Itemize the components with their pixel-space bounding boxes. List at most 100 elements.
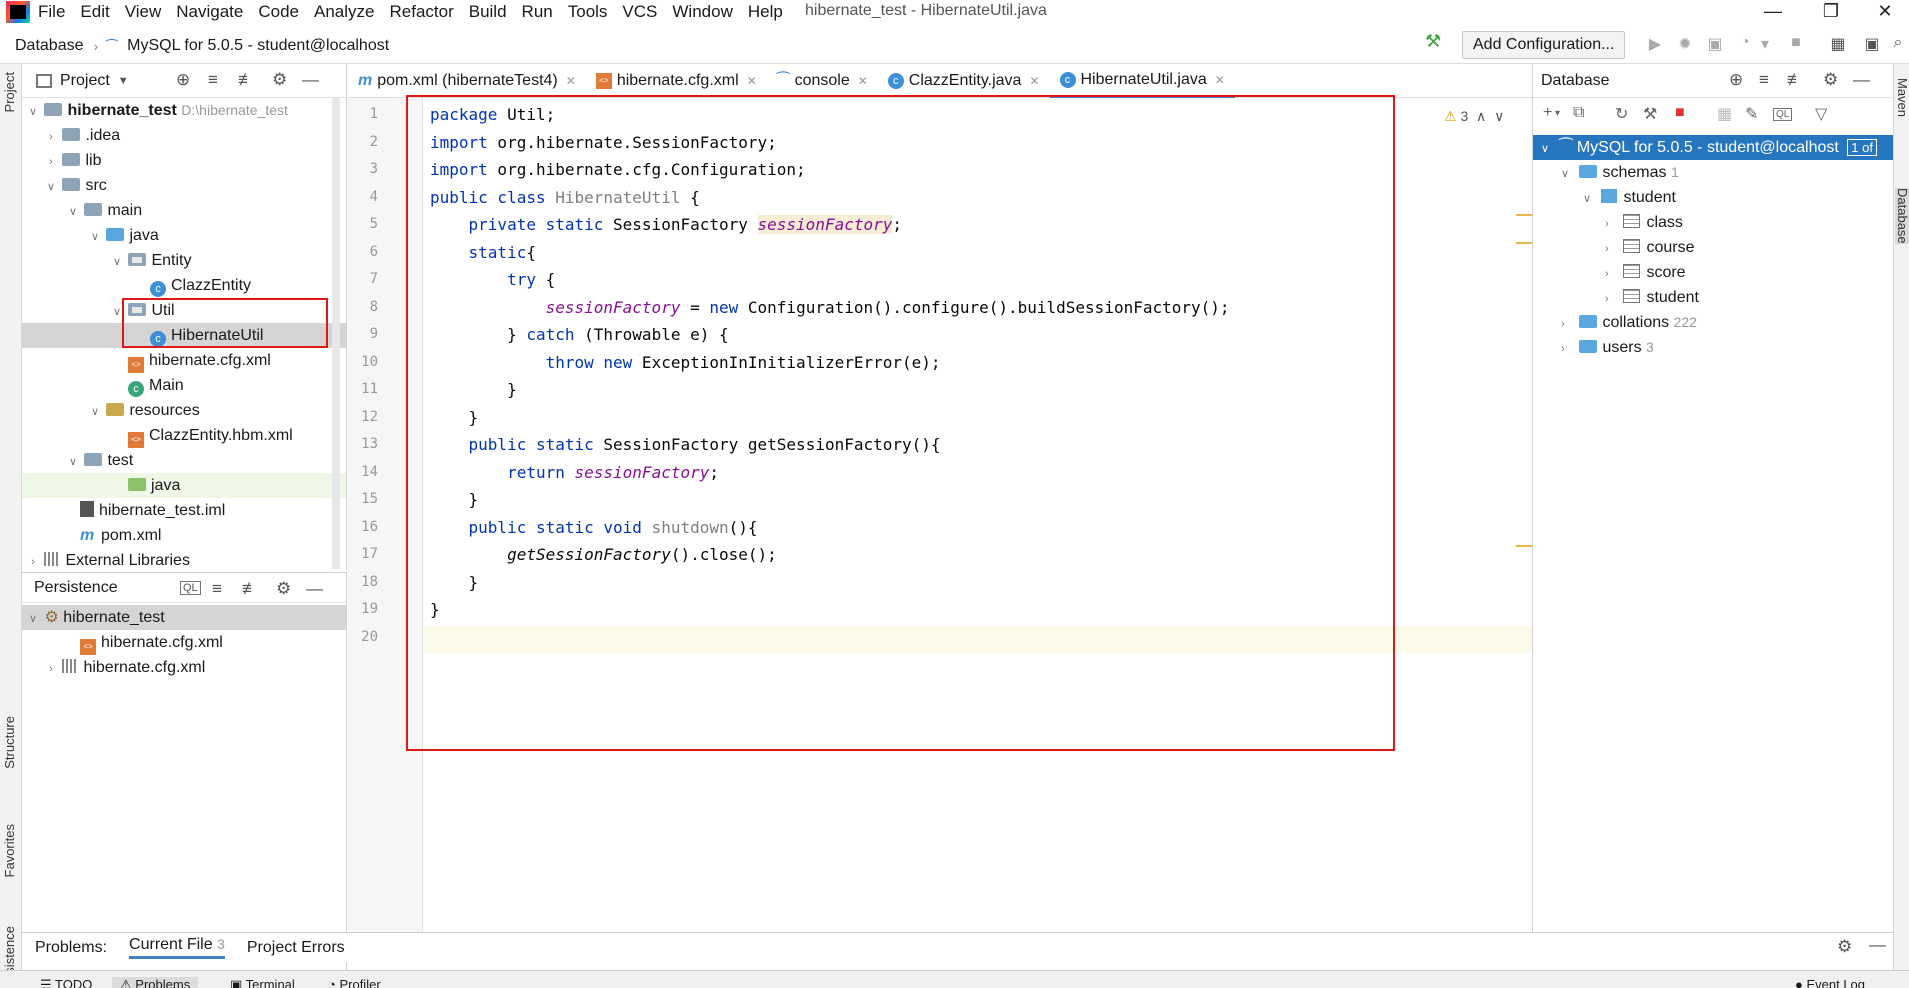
tab-clazzentity-java[interactable]: c ClazzEntity.java ✕ (878, 64, 1050, 98)
db-item-table-score[interactable]: › score (1533, 260, 1893, 285)
tab-current-file[interactable]: Current File 3 (129, 936, 225, 959)
gear-icon[interactable]: ⚙ (276, 579, 291, 599)
tree-item-test[interactable]: ∨ test (22, 448, 346, 475)
chevron-right-icon[interactable]: › (1561, 312, 1575, 337)
hide-icon[interactable]: — (1853, 70, 1870, 90)
todo-tab[interactable]: ☰ TODO (40, 977, 92, 988)
tree-item-resources[interactable]: ∨ resources (22, 398, 346, 425)
event-log-tab[interactable]: ● Event Log (1795, 977, 1865, 988)
intellij-logo-icon[interactable] (6, 1, 30, 23)
breadcrumb-database[interactable]: Database (15, 37, 84, 55)
maven-tool-tab[interactable]: Maven (1895, 78, 1909, 117)
inspection-widget[interactable]: ⚠ 3 ∧ ∨ (1444, 108, 1504, 125)
chevron-down-icon[interactable]: ∨ (66, 450, 80, 475)
refresh-icon[interactable]: ↻ (1615, 104, 1628, 124)
expand-all-icon[interactable]: ≡ (1759, 70, 1769, 90)
chevron-down-icon[interactable]: ∨ (44, 175, 58, 200)
coverage-icon[interactable]: ▣ (1705, 34, 1725, 56)
ql-console-icon[interactable]: QL (180, 581, 201, 595)
menu-build[interactable]: Build (469, 2, 507, 22)
db-item-collations[interactable]: › collations 222 (1533, 310, 1893, 335)
chevron-down-icon[interactable]: ∨ (66, 200, 80, 225)
stop-icon[interactable]: ■ (1786, 34, 1806, 56)
hide-icon[interactable]: — (1869, 935, 1886, 955)
db-item-table-class[interactable]: › class (1533, 210, 1893, 235)
edit-icon[interactable]: ✎ (1745, 104, 1758, 124)
db-item-table-student[interactable]: › student (1533, 285, 1893, 310)
chevron-right-icon[interactable]: › (44, 657, 58, 682)
project-scrollbar[interactable] (332, 98, 340, 569)
tree-item-pom-xml[interactable]: m pom.xml (22, 523, 346, 548)
locate-icon[interactable]: ⊕ (176, 70, 190, 90)
chevron-right-icon[interactable]: › (26, 550, 40, 569)
tree-item-entity[interactable]: ∨ Entity (22, 248, 346, 273)
tree-item-hibernateutil[interactable]: c HibernateUtil (22, 323, 346, 348)
terminal-tab[interactable]: ▣ Terminal (230, 977, 295, 988)
tab-console[interactable]: ⁀ console ✕ (767, 64, 878, 98)
hide-icon[interactable]: — (302, 70, 319, 90)
database-tool-tab[interactable]: Database (1895, 188, 1909, 244)
filter-icon[interactable]: ▽ (1815, 104, 1827, 124)
menu-navigate[interactable]: Navigate (176, 2, 243, 22)
menu-refactor[interactable]: Refactor (389, 2, 453, 22)
profile-icon[interactable]: ◔ (1735, 34, 1755, 56)
close-button[interactable]: ✕ (1862, 0, 1908, 24)
close-icon[interactable]: ✕ (858, 74, 868, 88)
chevron-down-icon[interactable]: ∨ (1583, 187, 1597, 212)
warning-marker[interactable] (1516, 214, 1532, 216)
chevron-down-icon[interactable]: ∨ (1561, 162, 1575, 187)
collapse-all-icon[interactable]: ≢ (238, 70, 255, 90)
locate-icon[interactable]: ⊕ (1729, 70, 1743, 90)
tree-item-test-java[interactable]: java (22, 473, 346, 498)
chevron-down-icon[interactable]: ∨ (26, 100, 40, 125)
persistence-item-hibernate-test[interactable]: ∨ ⚙ hibernate_test (22, 605, 347, 630)
chevron-right-icon[interactable]: › (1605, 262, 1619, 287)
menu-vcs[interactable]: VCS (622, 2, 657, 22)
restore-button[interactable]: ❐ (1808, 0, 1854, 24)
chevron-down-icon[interactable]: ∨ (26, 607, 40, 632)
gear-icon[interactable]: ⚙ (272, 70, 287, 90)
chevron-right-icon[interactable]: › (1561, 337, 1575, 362)
tree-item-clazzentity-hbm-xml[interactable]: <> ClazzEntity.hbm.xml (22, 423, 346, 448)
run-anything-icon[interactable]: ▣ (1862, 34, 1882, 56)
close-icon[interactable]: ✕ (747, 74, 757, 88)
tab-pom-xml[interactable]: m pom.xml (hibernateTest4) ✕ (348, 64, 586, 98)
collapse-all-icon[interactable]: ≢ (242, 579, 259, 599)
close-icon[interactable]: ✕ (1215, 73, 1225, 87)
hide-icon[interactable]: — (306, 579, 323, 599)
db-connection-row[interactable]: ∨ ⁀ MySQL for 5.0.5 - student@localhost … (1533, 135, 1893, 160)
ql-console-icon[interactable]: QL (1773, 108, 1793, 121)
chevron-down-icon[interactable]: ∨ (1494, 108, 1504, 124)
db-item-table-course[interactable]: › course (1533, 235, 1893, 260)
structure-tool-tab[interactable]: Structure (2, 716, 17, 769)
run-icon[interactable]: ▶ (1645, 34, 1665, 56)
chevron-down-icon[interactable]: ∨ (88, 400, 102, 425)
chevron-right-icon[interactable]: › (44, 150, 58, 175)
disconnect-icon[interactable]: ■ (1675, 104, 1685, 122)
db-item-users[interactable]: › users 3 (1533, 335, 1893, 360)
gear-icon[interactable]: ⚙ (1823, 70, 1838, 90)
menu-run[interactable]: Run (522, 2, 553, 22)
chevron-right-icon[interactable]: › (1605, 237, 1619, 262)
collapse-all-icon[interactable]: ≢ (1787, 70, 1804, 90)
profile-dropdown-icon[interactable]: ▾ (1755, 34, 1775, 56)
chevron-down-icon[interactable]: ▾ (1555, 108, 1560, 119)
breadcrumb-connection[interactable]: MySQL for 5.0.5 - student@localhost (127, 37, 389, 55)
tree-item-hibernate-cfg-xml[interactable]: <> hibernate.cfg.xml (22, 348, 346, 373)
tree-item-iml[interactable]: hibernate_test.iml (22, 498, 346, 523)
db-item-schemas[interactable]: ∨ schemas 1 (1533, 160, 1893, 185)
menu-tools[interactable]: Tools (568, 2, 608, 22)
tab-hibernateutil-java[interactable]: c HibernateUtil.java ✕ (1049, 64, 1235, 98)
menu-edit[interactable]: Edit (80, 2, 109, 22)
menu-help[interactable]: Help (748, 2, 783, 22)
table-view-icon[interactable]: ▦ (1717, 104, 1732, 124)
tree-item-clazzentity[interactable]: c ClazzEntity (22, 273, 346, 298)
warning-marker[interactable] (1516, 545, 1532, 547)
tree-item-main-class[interactable]: c Main (22, 373, 346, 398)
menu-view[interactable]: View (125, 2, 162, 22)
minimize-button[interactable]: — (1750, 0, 1796, 24)
tree-item-lib[interactable]: › lib (22, 148, 346, 175)
tree-item-main[interactable]: ∨ main (22, 198, 346, 225)
chevron-right-icon[interactable]: › (1605, 212, 1619, 237)
chevron-down-icon[interactable]: ▼ (118, 75, 129, 87)
